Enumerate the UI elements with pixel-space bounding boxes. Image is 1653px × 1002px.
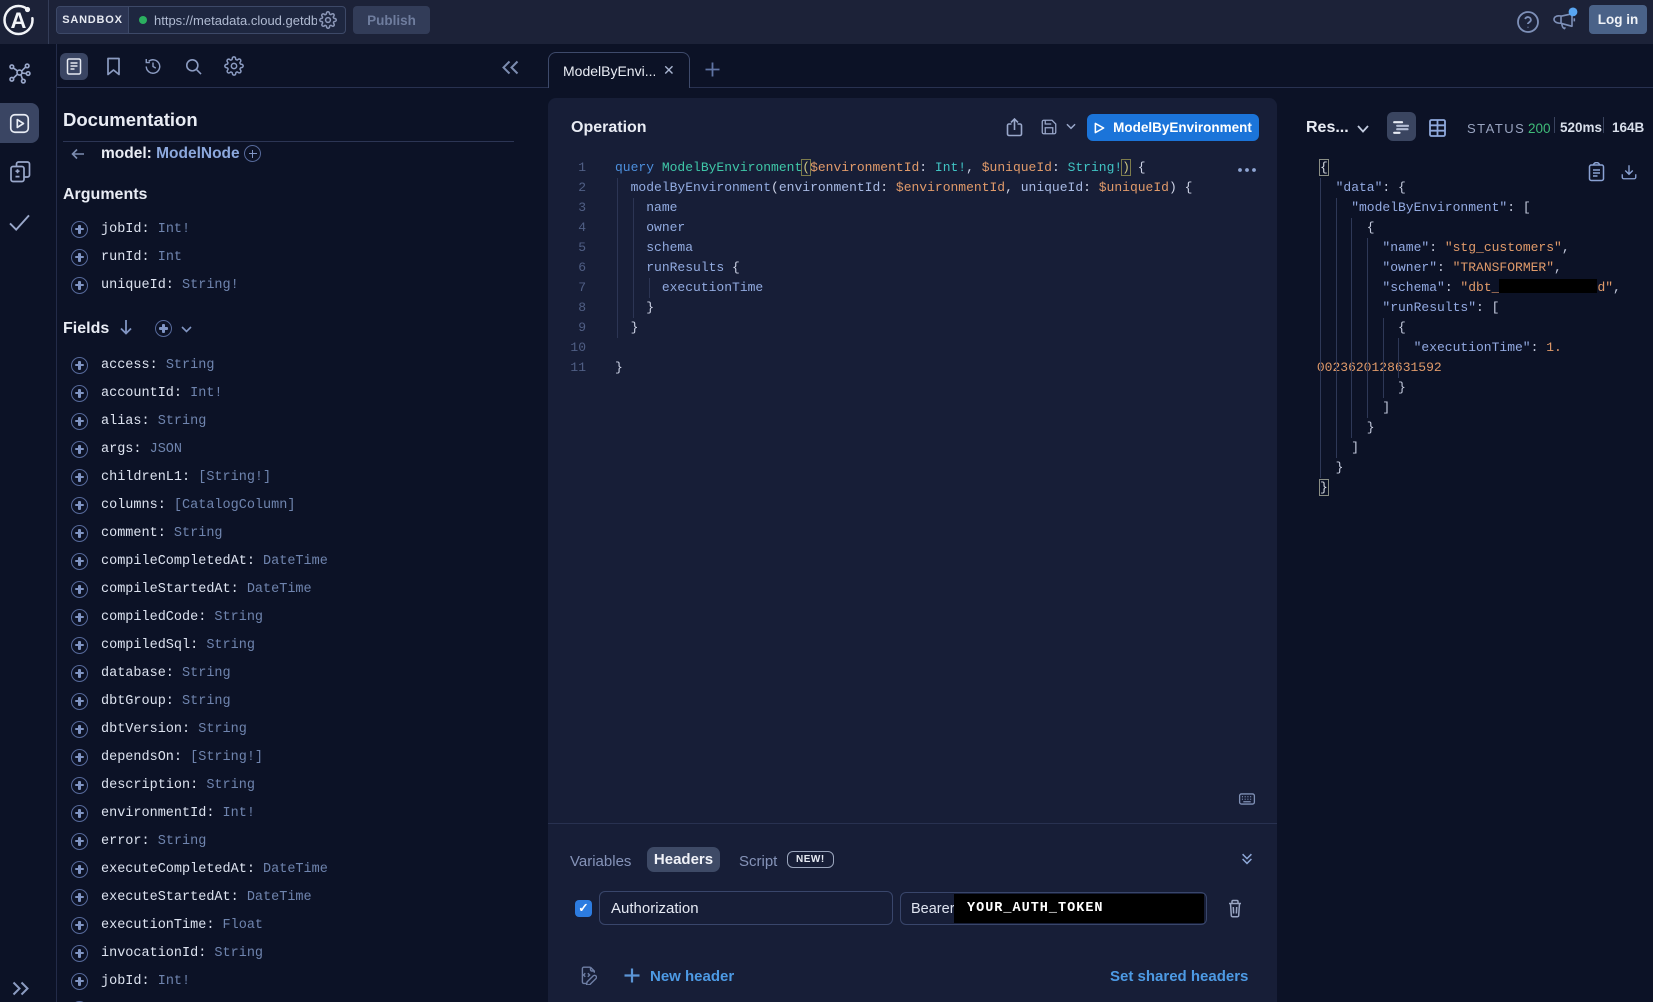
svg-text:A: A — [11, 8, 27, 33]
